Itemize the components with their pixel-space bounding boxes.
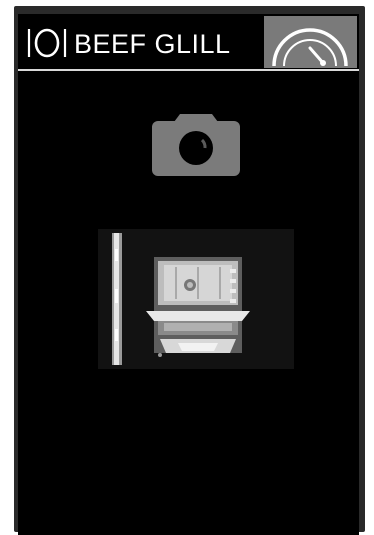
app-screen: BEEF GLILL [18,14,359,535]
speedometer-gauge-icon [264,16,357,68]
plate-with-cutlery-icon [24,26,70,60]
camera-icon [152,114,240,180]
recipe-title: BEEF GLILL [74,29,231,59]
header-bar: BEEF GLILL [18,14,359,70]
oven-interior-photo [98,229,294,369]
gauge-button[interactable] [264,16,357,68]
oven-camera-preview [98,229,294,369]
header-divider [18,69,359,71]
camera-button[interactable] [152,114,240,176]
